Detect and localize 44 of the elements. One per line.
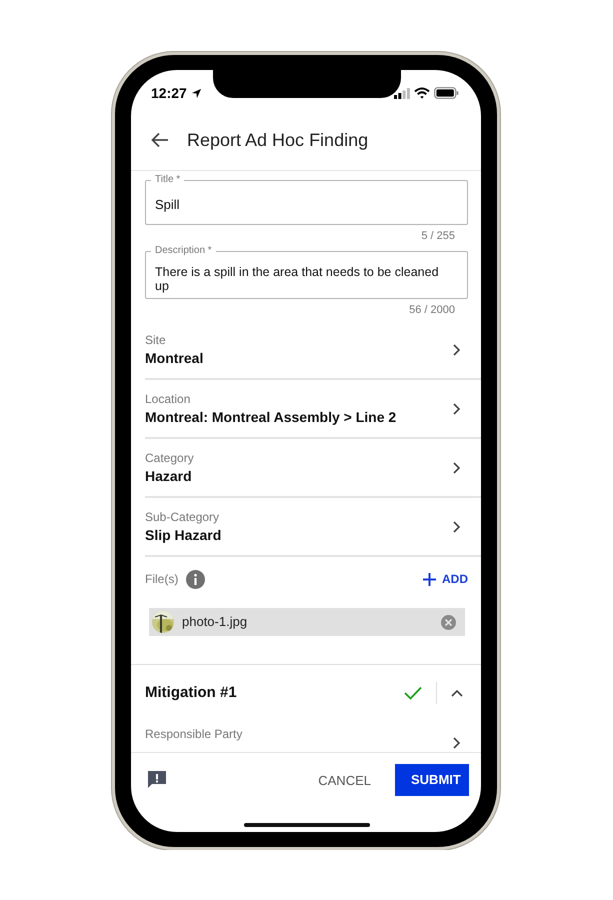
field-value: Spill xyxy=(155,198,181,212)
picker-row[interactable]: Location Montreal: Montreal Assembly > Line 2 xyxy=(145,380,481,439)
picker-row[interactable]: Responsible Party xyxy=(131,721,481,749)
status-time: 12:27 xyxy=(151,84,187,102)
chevron-right-icon xyxy=(452,402,461,414)
location-arrow-icon xyxy=(190,88,202,98)
picker-label: Category xyxy=(145,450,194,466)
picker-value: Hazard xyxy=(145,466,193,486)
chevron-right-icon xyxy=(452,520,461,532)
mitigation-title: Mitigation #1 xyxy=(145,682,237,703)
picker-row[interactable]: Site Montreal xyxy=(145,321,481,380)
chevron-up-icon[interactable] xyxy=(451,689,463,697)
battery-icon xyxy=(434,87,459,99)
files-label: File(s) xyxy=(145,571,178,587)
field-value: There is a spill in the area that needs to be cleaned up xyxy=(155,264,440,292)
file-chip[interactable]: photo-1.jpg xyxy=(149,608,465,636)
plus-icon xyxy=(423,572,436,586)
picker-row[interactable]: Sub-Category Slip Hazard xyxy=(145,498,481,557)
character-counter: 5 / 255 xyxy=(420,229,456,244)
field-label: Description * xyxy=(151,244,216,256)
chevron-right-icon xyxy=(452,462,461,474)
mitigation-header[interactable]: Mitigation #1 xyxy=(131,664,481,721)
picker-row[interactable]: Category Hazard xyxy=(145,439,481,498)
character-counter: 56 / 2000 xyxy=(408,302,456,318)
picker-label: Location xyxy=(145,390,192,406)
chevron-right-icon xyxy=(452,737,461,749)
submit-button[interactable]: SUBMIT xyxy=(395,764,469,796)
screen-title: Report Ad Hoc Finding xyxy=(187,128,368,152)
picker-label: Responsible Party xyxy=(145,726,242,743)
picker-value: Montreal xyxy=(145,348,204,368)
picker-label: Sub-Category xyxy=(145,508,220,524)
picker-value: Montreal: Montreal Assembly > Line 2 xyxy=(145,408,396,426)
info-icon[interactable] xyxy=(186,570,206,588)
chevron-right-icon xyxy=(452,344,461,356)
picker-value: Slip Hazard xyxy=(145,526,222,544)
add-file-button[interactable]: ADD xyxy=(423,570,468,588)
wifi-icon xyxy=(414,87,430,99)
picker-label: Site xyxy=(145,332,167,348)
file-name: photo-1.jpg xyxy=(182,613,248,632)
signal-icon xyxy=(394,88,410,98)
feedback-icon[interactable] xyxy=(147,770,167,790)
remove-icon[interactable] xyxy=(441,614,456,630)
back-arrow-icon[interactable] xyxy=(151,132,169,148)
cancel-button[interactable]: CANCEL xyxy=(304,762,385,800)
